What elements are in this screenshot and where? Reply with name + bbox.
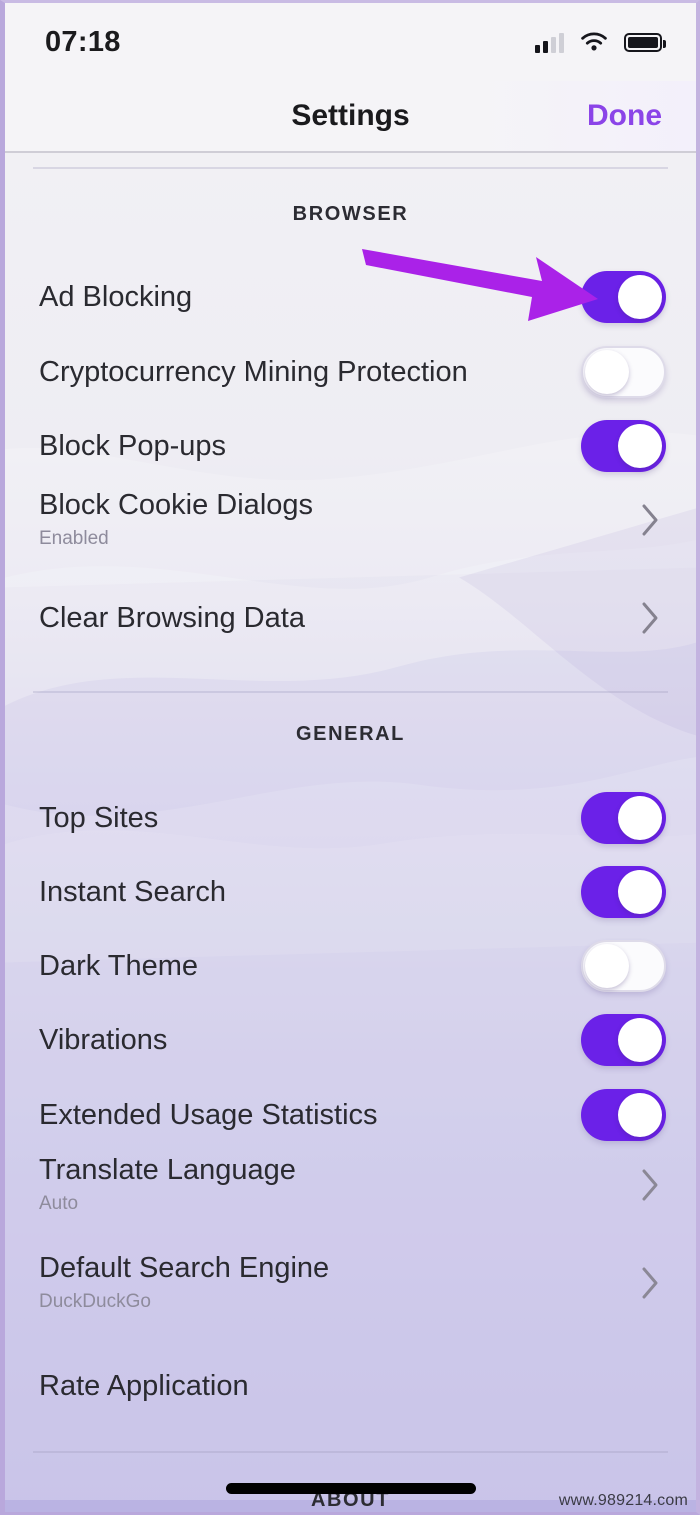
row-default-search-engine-text: Default Search Engine DuckDuckGo: [39, 1253, 329, 1312]
done-button[interactable]: Done: [587, 99, 662, 133]
toggle-knob: [618, 1018, 662, 1062]
row-subtitle: Auto: [39, 1192, 79, 1214]
row-rate-application[interactable]: Rate Application: [5, 1349, 696, 1423]
row-top-sites[interactable]: Top Sites: [5, 781, 696, 855]
row-title: Vibrations: [39, 1023, 168, 1056]
row-top-sites-text: Top Sites: [39, 801, 159, 834]
row-title: Ad Blocking: [39, 280, 193, 313]
row-ad-blocking-text: Ad Blocking: [39, 280, 193, 313]
row-subtitle: Enabled: [39, 527, 109, 549]
battery-full-icon: [624, 32, 666, 52]
navigation-bar: Settings Done: [5, 81, 696, 151]
section-divider-browser-general: [33, 691, 668, 693]
toggle-knob: [585, 944, 629, 988]
row-dark-theme-text: Dark Theme: [39, 949, 199, 982]
row-subtitle: DuckDuckGo: [39, 1290, 151, 1312]
row-clear-browsing-data-text: Clear Browsing Data: [39, 601, 305, 634]
row-translate-language[interactable]: Translate Language Auto: [5, 1148, 696, 1222]
row-translate-language-text: Translate Language Auto: [39, 1155, 296, 1214]
toggle-instant-search[interactable]: [581, 866, 666, 918]
row-vibrations[interactable]: Vibrations: [5, 1003, 696, 1077]
status-icons: [535, 31, 666, 53]
section-header-browser: BROWSER: [292, 203, 409, 225]
chevron-right-icon: [642, 1267, 658, 1299]
watermark: www.989214.com: [558, 1492, 688, 1509]
row-instant-search-text: Instant Search: [39, 875, 226, 908]
chevron-right-icon: [642, 504, 658, 536]
toggle-knob: [618, 424, 662, 468]
row-title: Clear Browsing Data: [39, 601, 305, 634]
toggle-top-sites[interactable]: [581, 792, 666, 844]
toggle-knob: [618, 275, 662, 319]
section-header-general: GENERAL: [296, 723, 405, 745]
row-title: Cryptocurrency Mining Protection: [39, 355, 468, 388]
row-title: Dark Theme: [39, 949, 199, 982]
row-block-cookie-dialogs[interactable]: Block Cookie Dialogs Enabled: [5, 483, 696, 557]
list-top-divider: [33, 167, 668, 169]
status-bar: 07:18: [5, 3, 696, 81]
wifi-icon: [581, 32, 607, 51]
toggle-dark-theme[interactable]: [581, 940, 666, 992]
status-time: 07:18: [45, 25, 121, 58]
row-title: Default Search Engine: [39, 1252, 330, 1285]
row-title: Translate Language: [39, 1154, 296, 1187]
row-block-popups[interactable]: Block Pop-ups: [5, 409, 696, 483]
arrow-right-annotation: [362, 249, 598, 321]
page-title: Settings: [291, 99, 410, 132]
row-title: Instant Search: [39, 875, 226, 908]
toggle-cryptocurrency-mining-protection[interactable]: [581, 346, 666, 398]
row-title: Extended Usage Statistics: [39, 1098, 378, 1131]
row-clear-browsing-data[interactable]: Clear Browsing Data: [5, 581, 696, 655]
toggle-extended-usage-statistics[interactable]: [581, 1089, 666, 1141]
row-title: Block Cookie Dialogs: [39, 489, 314, 522]
section-divider-general-about: [33, 1451, 668, 1453]
navbar-divider: [5, 151, 696, 153]
row-cryptocurrency-mining-protection[interactable]: Cryptocurrency Mining Protection: [5, 335, 696, 409]
chevron-right-icon: [642, 1169, 658, 1201]
row-dark-theme[interactable]: Dark Theme: [5, 929, 696, 1003]
row-vibrations-text: Vibrations: [39, 1023, 168, 1056]
row-extended-usage-statistics-text: Extended Usage Statistics: [39, 1098, 378, 1131]
cellular-signal-icon: [535, 32, 564, 53]
settings-list[interactable]: BROWSER Ad Blocking Cryptocurrency Minin…: [5, 153, 696, 1512]
toggle-knob: [618, 870, 662, 914]
row-title: Top Sites: [39, 801, 159, 834]
row-title: Block Pop-ups: [39, 429, 226, 462]
row-block-popups-text: Block Pop-ups: [39, 429, 226, 462]
toggle-block-popups[interactable]: [581, 420, 666, 472]
home-indicator: [225, 1483, 476, 1494]
toggle-knob: [585, 350, 629, 394]
row-cryptocurrency-mining-protection-text: Cryptocurrency Mining Protection: [39, 355, 468, 388]
toggle-knob: [618, 796, 662, 840]
row-title: Rate Application: [39, 1369, 249, 1402]
toggle-vibrations[interactable]: [581, 1014, 666, 1066]
row-block-cookie-dialogs-text: Block Cookie Dialogs Enabled: [39, 490, 313, 549]
phone-screen: 07:18 Settings Done BROWSER Ad Blocking …: [0, 0, 700, 1515]
chevron-right-icon: [642, 602, 658, 634]
toggle-knob: [618, 1093, 662, 1137]
row-instant-search[interactable]: Instant Search: [5, 855, 696, 929]
row-rate-application-text: Rate Application: [39, 1369, 249, 1402]
row-default-search-engine[interactable]: Default Search Engine DuckDuckGo: [5, 1246, 696, 1320]
row-extended-usage-statistics[interactable]: Extended Usage Statistics: [5, 1078, 696, 1152]
